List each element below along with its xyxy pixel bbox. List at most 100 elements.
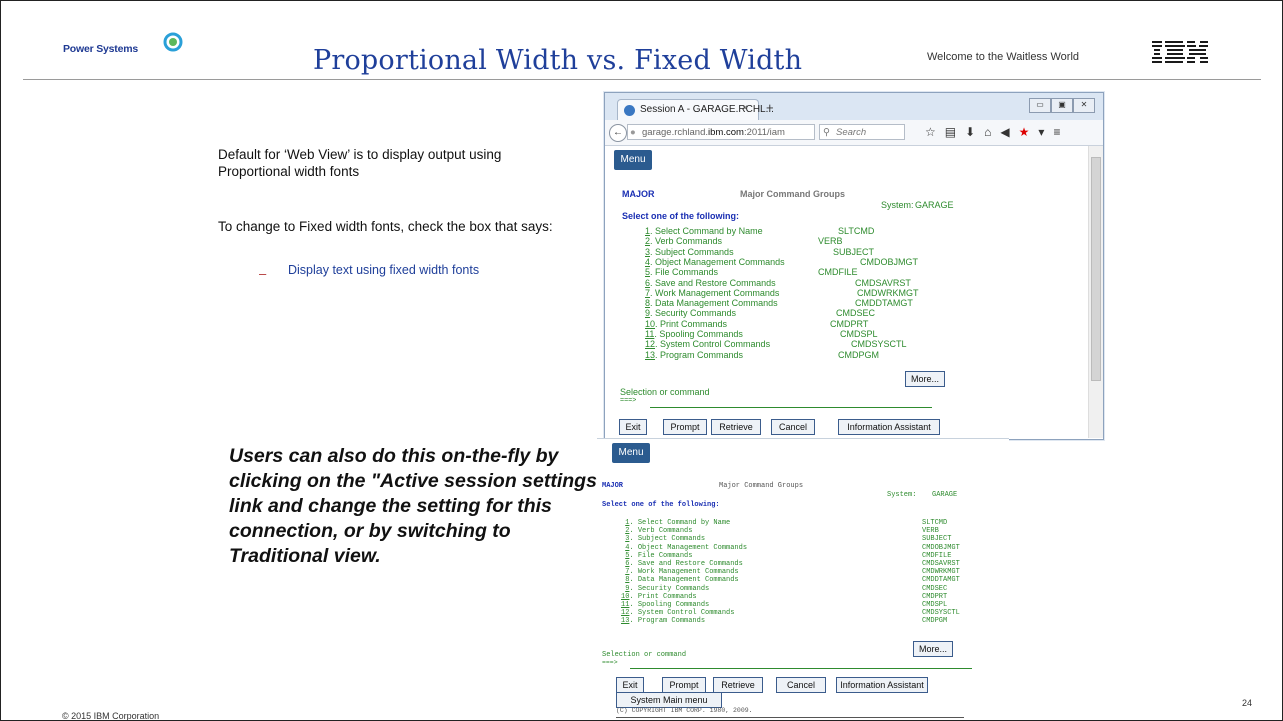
menu-button[interactable]: Menu <box>614 150 652 170</box>
option-row-fixed[interactable]: 1. Select Command by Name <box>621 519 730 527</box>
option-row[interactable]: 5. File Commands <box>645 267 718 277</box>
url-bar[interactable]: garage.rchland.ibm.com:2011/iam ● <box>627 124 815 140</box>
select-prompt-fixed: Select one of the following: <box>602 501 720 509</box>
reading-list-icon[interactable]: ▤ <box>945 125 965 139</box>
option-row[interactable]: 9. Security Commands <box>645 308 736 318</box>
option-command-fixed: CMDOBJMGT <box>922 543 960 552</box>
fkey-button-fixed[interactable]: Prompt <box>662 677 706 693</box>
system-label: System: <box>881 200 914 210</box>
more-button-fixed[interactable]: More... <box>913 641 953 657</box>
download-icon[interactable]: ⬇ <box>965 125 984 139</box>
option-row-fixed[interactable]: 7. Work Management Commands <box>621 568 738 576</box>
option-command-fixed: SLTCMD <box>922 519 948 527</box>
option-label: Program Commands <box>660 349 744 360</box>
option-row-fixed[interactable]: 10. Print Commands <box>621 593 697 601</box>
maximize-icon[interactable]: ▣ <box>1051 98 1073 113</box>
option-row[interactable]: 4. Object Management Commands <box>645 257 785 267</box>
option-row[interactable]: 6. Save and Restore Commands <box>645 278 776 288</box>
favorite-star-icon[interactable]: ★ <box>1019 125 1039 139</box>
command-input-fixed[interactable] <box>630 668 972 669</box>
search-placeholder: Search <box>836 127 867 138</box>
toolbar-icons[interactable]: ☆▤⬇⌂◀★▾≡ <box>925 125 1069 139</box>
page-number: 24 <box>1242 698 1253 708</box>
send-icon[interactable]: ◀ <box>1000 125 1018 139</box>
option-number[interactable]: 13 <box>645 350 655 360</box>
power-systems-logo: Power Systems <box>63 43 139 55</box>
option-row-fixed[interactable]: 3. Subject Commands <box>621 535 705 543</box>
option-label-fixed: Verb Commands <box>637 527 693 536</box>
option-label-fixed: System Control Commands <box>637 609 735 618</box>
option-row-fixed[interactable]: 11. Spooling Commands <box>621 601 709 609</box>
option-command-fixed: SUBJECT <box>922 535 952 544</box>
hamburger-menu-icon[interactable]: ≡ <box>1053 125 1069 139</box>
input-arrow-fixed: ===> <box>602 659 618 666</box>
footer-copyright: © 2015 IBM Corporation <box>62 711 160 721</box>
fkey-button-fixed[interactable]: Information Assistant <box>836 677 928 693</box>
menu-button-fixed[interactable]: Menu <box>612 443 650 463</box>
option-command: CMDSAVRST <box>855 277 911 288</box>
option-label-fixed: Program Commands <box>637 617 706 626</box>
option-command: CMDDTAMGT <box>855 298 913 309</box>
fkey-button[interactable]: Retrieve <box>711 419 761 435</box>
fkey-button[interactable]: Cancel <box>771 419 815 435</box>
option-row[interactable]: 13. Program Commands <box>645 350 743 360</box>
browser-search-input[interactable]: ⚲ Search <box>819 124 905 140</box>
option-row[interactable]: 10. Print Commands <box>645 319 727 329</box>
fkey-button[interactable]: Prompt <box>663 419 707 435</box>
option-number[interactable]: 11 <box>645 329 654 339</box>
option-row-fixed[interactable]: 13. Program Commands <box>621 617 705 625</box>
paragraph-change-fonts: To change to Fixed width fonts, check th… <box>218 219 553 234</box>
power-systems-ring-icon <box>163 32 183 52</box>
option-command: CMDPGM <box>838 349 879 360</box>
option-row-fixed[interactable]: 8. Data Management Commands <box>621 576 738 584</box>
option-row[interactable]: 3. Subject Commands <box>645 247 734 257</box>
option-command-fixed: CMDSAVRST <box>922 560 960 568</box>
close-window-icon[interactable]: ✕ <box>1073 98 1095 113</box>
back-arrow-icon[interactable]: ← <box>609 124 627 142</box>
option-label: Select Command by Name <box>655 226 763 236</box>
option-row[interactable]: 11. Spooling Commands <box>645 329 743 339</box>
option-row-fixed[interactable]: 6. Save and Restore Commands <box>621 560 743 568</box>
screen-title: Major Command Groups <box>740 189 846 199</box>
bookmark-star-icon[interactable]: ☆ <box>925 125 945 139</box>
home-icon[interactable]: ⌂ <box>984 125 1000 139</box>
minimize-icon[interactable]: ▭ <box>1029 98 1051 113</box>
fkey-button-fixed[interactable]: Cancel <box>776 677 826 693</box>
option-command: CMDWRKMGT <box>857 287 919 298</box>
fkey-button-fixed[interactable]: Retrieve <box>713 677 763 693</box>
option-label: Object Management Commands <box>655 256 785 267</box>
option-row-fixed[interactable]: 4. Object Management Commands <box>621 544 747 552</box>
option-row[interactable]: 8. Data Management Commands <box>645 298 778 308</box>
tab-close-icon[interactable]: × <box>742 103 748 114</box>
dropdown-icon[interactable]: ▾ <box>1038 125 1053 139</box>
option-command-fixed: CMDPGM <box>922 617 948 626</box>
url-domain: ibm.com <box>708 127 744 138</box>
option-command-fixed: CMDWRKMGT <box>922 568 960 577</box>
option-row-fixed[interactable]: 12. System Control Commands <box>621 609 734 617</box>
fkey-button[interactable]: Information Assistant <box>838 419 940 435</box>
option-command: CMDOBJMGT <box>860 256 918 267</box>
option-label: Verb Commands <box>655 236 723 247</box>
option-row[interactable]: 1. Select Command by Name <box>645 226 763 236</box>
option-row-fixed[interactable]: 2. Verb Commands <box>621 527 692 535</box>
option-row-fixed[interactable]: 5. File Commands <box>621 552 692 560</box>
fkey-button[interactable]: Exit <box>619 419 647 435</box>
option-row[interactable]: 2. Verb Commands <box>645 236 722 246</box>
option-row-fixed[interactable]: 9. Security Commands <box>621 585 709 593</box>
option-number[interactable]: 12 <box>645 339 655 349</box>
option-label-fixed: Save and Restore Commands <box>637 560 743 568</box>
fkey-button-fixed[interactable]: Exit <box>616 677 644 693</box>
more-button[interactable]: More... <box>905 371 945 387</box>
option-label: Data Management Commands <box>655 298 778 309</box>
option-row[interactable]: 7. Work Management Commands <box>645 288 779 298</box>
option-row[interactable]: 12. System Control Commands <box>645 339 770 349</box>
browser-tab-session[interactable]: Session A - GARAGE.RCHL... × <box>617 99 774 121</box>
system-main-menu-button[interactable]: System Main menu <box>616 692 722 708</box>
scrollbar-thumb[interactable] <box>1091 157 1101 381</box>
option-number[interactable]: 10 <box>645 319 655 329</box>
option-label: System Control Commands <box>660 339 771 350</box>
copyright-line: (C) COPYRIGHT IBM CORP. 1980, 2009. <box>616 707 753 714</box>
command-input[interactable] <box>650 407 932 408</box>
new-tab-icon[interactable]: + <box>766 100 774 115</box>
screen-id: MAJOR <box>622 189 655 199</box>
